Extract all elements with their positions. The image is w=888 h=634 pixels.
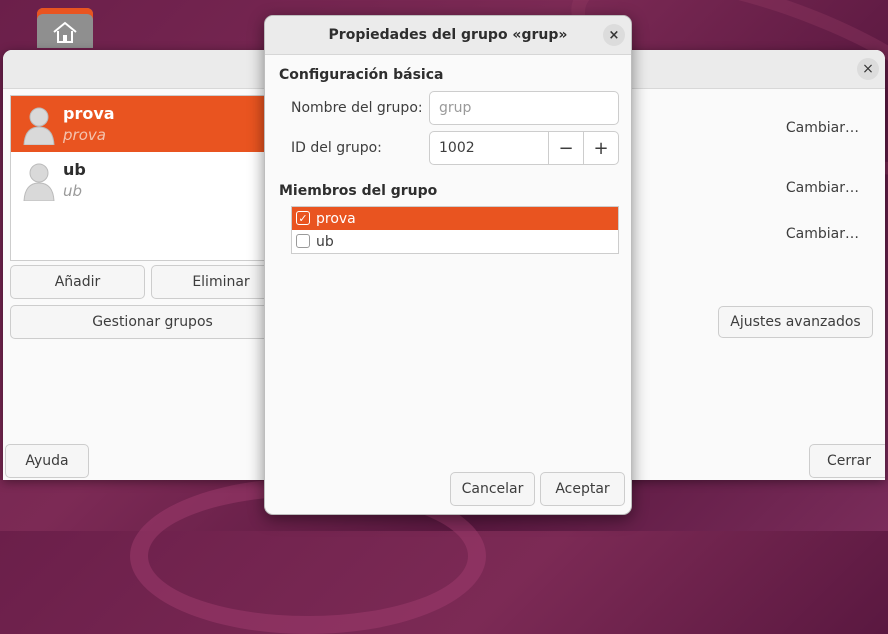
group-name-label: Nombre del grupo: bbox=[291, 100, 423, 116]
home-folder-icon[interactable] bbox=[37, 8, 93, 48]
add-user-button[interactable]: Añadir bbox=[10, 265, 145, 299]
user-login: ub bbox=[63, 182, 83, 200]
change-button[interactable]: Cambiar… bbox=[786, 226, 859, 242]
member-row[interactable]: ub bbox=[292, 230, 618, 253]
group-id-label: ID del grupo: bbox=[291, 140, 382, 156]
change-button[interactable]: Cambiar… bbox=[786, 120, 859, 136]
help-button[interactable]: Ayuda bbox=[5, 444, 89, 478]
group-members-heading: Miembros del grupo bbox=[279, 183, 438, 199]
decrement-button[interactable]: − bbox=[548, 132, 583, 164]
user-list-item[interactable]: prova prova bbox=[11, 96, 269, 152]
member-name: prova bbox=[316, 210, 356, 227]
close-button[interactable]: Cerrar bbox=[809, 444, 885, 478]
group-id-value: 1002 bbox=[439, 140, 475, 156]
cancel-button[interactable]: Cancelar bbox=[450, 472, 535, 506]
checkbox-checked-icon[interactable]: ✓ bbox=[296, 211, 310, 225]
advanced-settings-button[interactable]: Ajustes avanzados bbox=[718, 306, 873, 338]
group-properties-dialog: Propiedades del grupo «grup» × Configura… bbox=[264, 15, 632, 515]
increment-button[interactable]: + bbox=[583, 132, 618, 164]
close-icon[interactable]: × bbox=[603, 24, 625, 46]
manage-groups-button[interactable]: Gestionar grupos bbox=[10, 305, 295, 339]
group-members-list: ✓ prova ub bbox=[291, 206, 619, 254]
member-name: ub bbox=[316, 233, 334, 250]
user-name: ub bbox=[63, 160, 86, 179]
user-avatar-icon bbox=[23, 107, 55, 145]
dialog-header: Propiedades del grupo «grup» × bbox=[265, 16, 631, 55]
user-name: prova bbox=[63, 104, 115, 123]
user-list-item[interactable]: ub ub bbox=[11, 152, 269, 208]
user-login: prova bbox=[63, 126, 106, 144]
checkbox-unchecked-icon[interactable] bbox=[296, 234, 310, 248]
user-avatar-icon bbox=[23, 163, 55, 201]
group-name-input[interactable]: grup bbox=[429, 91, 619, 125]
group-name-placeholder: grup bbox=[439, 100, 472, 116]
close-icon[interactable]: × bbox=[857, 58, 879, 80]
change-button[interactable]: Cambiar… bbox=[786, 180, 859, 196]
group-id-spinbutton[interactable]: 1002 − + bbox=[429, 131, 619, 165]
member-row[interactable]: ✓ prova bbox=[292, 207, 618, 230]
dialog-title: Propiedades del grupo «grup» bbox=[328, 27, 568, 43]
basic-settings-heading: Configuración básica bbox=[279, 67, 444, 83]
accept-button[interactable]: Aceptar bbox=[540, 472, 625, 506]
user-list: prova prova ub ub bbox=[10, 95, 270, 261]
